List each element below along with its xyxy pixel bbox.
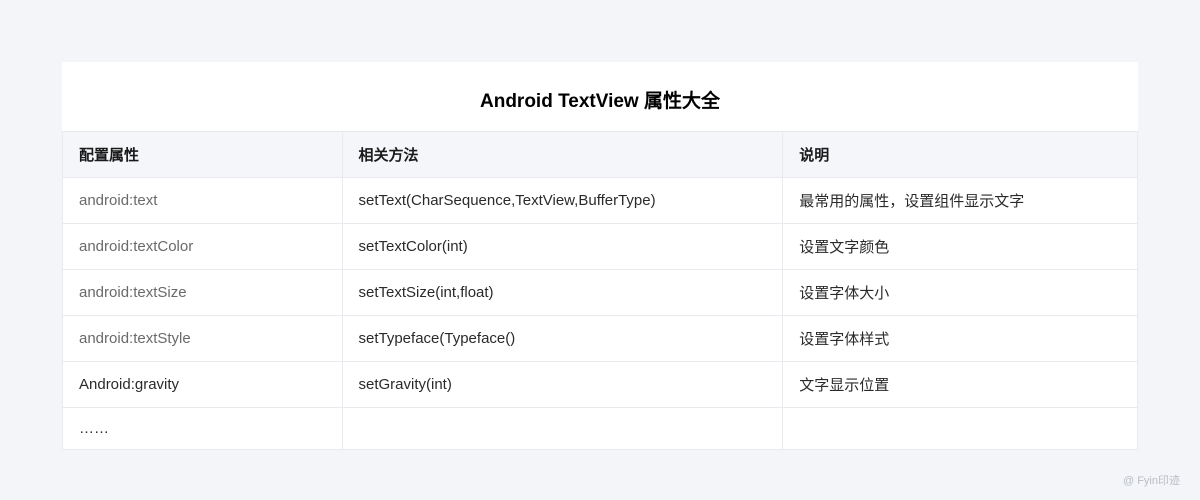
table-header-row: 配置属性 相关方法 说明: [63, 132, 1138, 178]
table-row: android:text setText(CharSequence,TextVi…: [63, 178, 1138, 224]
cell-method: setText(CharSequence,TextView,BufferType…: [342, 178, 783, 224]
table-row: android:textSize setTextSize(int,float) …: [63, 270, 1138, 316]
watermark: @ Fyin印迹: [1123, 472, 1180, 488]
cell-attr: ……: [63, 408, 343, 450]
cell-desc: [783, 408, 1138, 450]
table-row: android:textStyle setTypeface(Typeface()…: [63, 316, 1138, 362]
cell-attr: android:text: [63, 178, 343, 224]
cell-attr: Android:gravity: [63, 362, 343, 408]
header-attr: 配置属性: [63, 132, 343, 178]
cell-method: setTextColor(int): [342, 224, 783, 270]
cell-method: [342, 408, 783, 450]
cell-desc: 设置字体大小: [783, 270, 1138, 316]
cell-method: setTextSize(int,float): [342, 270, 783, 316]
table-row: android:textColor setTextColor(int) 设置文字…: [63, 224, 1138, 270]
header-desc: 说明: [783, 132, 1138, 178]
cell-desc: 最常用的属性，设置组件显示文字: [783, 178, 1138, 224]
cell-attr: android:textStyle: [63, 316, 343, 362]
table-row: ……: [63, 408, 1138, 450]
attribute-table: 配置属性 相关方法 说明 android:text setText(CharSe…: [62, 131, 1138, 450]
table-container: Android TextView 属性大全 配置属性 相关方法 说明 andro…: [62, 62, 1138, 450]
cell-attr: android:textColor: [63, 224, 343, 270]
cell-desc: 设置文字颜色: [783, 224, 1138, 270]
header-method: 相关方法: [342, 132, 783, 178]
cell-desc: 设置字体样式: [783, 316, 1138, 362]
table-row: Android:gravity setGravity(int) 文字显示位置: [63, 362, 1138, 408]
table-title: Android TextView 属性大全: [62, 62, 1138, 131]
cell-method: setGravity(int): [342, 362, 783, 408]
cell-attr: android:textSize: [63, 270, 343, 316]
cell-desc: 文字显示位置: [783, 362, 1138, 408]
cell-method: setTypeface(Typeface(): [342, 316, 783, 362]
